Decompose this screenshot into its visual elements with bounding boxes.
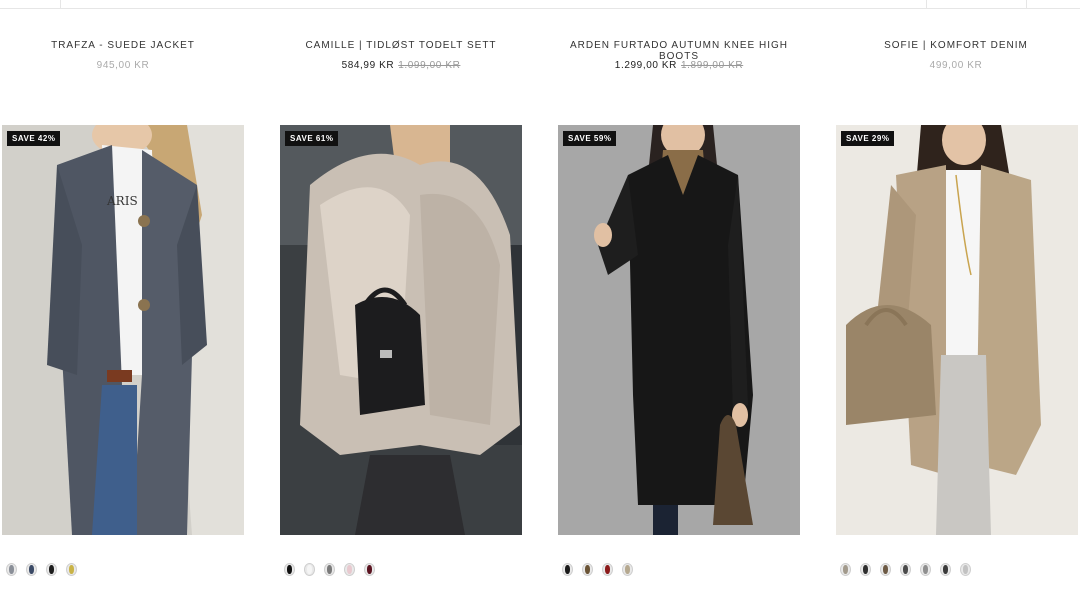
color-swatch[interactable]	[26, 563, 37, 576]
color-swatch[interactable]	[940, 563, 951, 576]
product-image	[280, 125, 522, 535]
color-swatches	[562, 563, 633, 576]
product-price: 499,00 KR	[826, 60, 1080, 71]
color-swatch[interactable]	[960, 563, 971, 576]
color-swatch[interactable]	[860, 563, 871, 576]
previous-row-edge	[0, 0, 1080, 9]
color-swatch[interactable]	[562, 563, 573, 576]
color-swatches	[284, 563, 375, 576]
color-swatch[interactable]	[920, 563, 931, 576]
product-image: ARIS	[2, 125, 244, 535]
product-image	[558, 125, 800, 535]
product-image-link[interactable]: SAVE 61%	[280, 125, 522, 535]
grid-divider	[926, 0, 927, 8]
color-swatch[interactable]	[284, 563, 295, 576]
price-original: 1.099,00 KR	[398, 60, 461, 71]
product-price: 584,99 KR 1.099,00 KR	[271, 60, 531, 71]
discount-badge: SAVE 59%	[563, 131, 617, 146]
price-current: 499,00 KR	[929, 60, 983, 71]
color-swatch[interactable]	[66, 563, 77, 576]
product-title[interactable]: SOFIE | KOMFORT DENIM	[826, 40, 1080, 51]
color-swatch[interactable]	[344, 563, 355, 576]
color-swatch[interactable]	[840, 563, 851, 576]
price-original: 1.899,00 KR	[681, 60, 744, 71]
grid-divider	[60, 0, 61, 8]
discount-badge: SAVE 29%	[841, 131, 895, 146]
color-swatches	[840, 563, 971, 576]
color-swatch[interactable]	[622, 563, 633, 576]
discount-badge: SAVE 42%	[7, 131, 61, 146]
product-image	[836, 125, 1078, 535]
color-swatch[interactable]	[582, 563, 593, 576]
color-swatch[interactable]	[6, 563, 17, 576]
color-swatch[interactable]	[304, 563, 315, 576]
price-current: 584,99 KR	[341, 60, 395, 71]
product-price: 945,00 KR	[0, 60, 253, 71]
product-image-link[interactable]: ARIS SAVE 42%	[2, 125, 244, 535]
color-swatches	[6, 563, 77, 576]
grid-divider	[1026, 0, 1027, 8]
svg-text:ARIS: ARIS	[106, 194, 138, 208]
color-swatch[interactable]	[46, 563, 57, 576]
product-image-link[interactable]: SAVE 59%	[558, 125, 800, 535]
price-current: 1.299,00 KR	[614, 60, 677, 71]
price-current: 945,00 KR	[96, 60, 150, 71]
product-title[interactable]: TRAFZA - SUEDE JACKET	[0, 40, 253, 51]
color-swatch[interactable]	[364, 563, 375, 576]
product-image-link[interactable]: SAVE 29%	[836, 125, 1078, 535]
product-title[interactable]: ARDEN FURTADO AUTUMN KNEE HIGH BOOTS	[549, 40, 809, 62]
color-swatch[interactable]	[324, 563, 335, 576]
color-swatch[interactable]	[602, 563, 613, 576]
product-price: 1.299,00 KR 1.899,00 KR	[549, 60, 809, 71]
product-title[interactable]: CAMILLE | TIDLØST TODELT SETT	[271, 40, 531, 51]
color-swatch[interactable]	[900, 563, 911, 576]
discount-badge: SAVE 61%	[285, 131, 339, 146]
color-swatch[interactable]	[880, 563, 891, 576]
